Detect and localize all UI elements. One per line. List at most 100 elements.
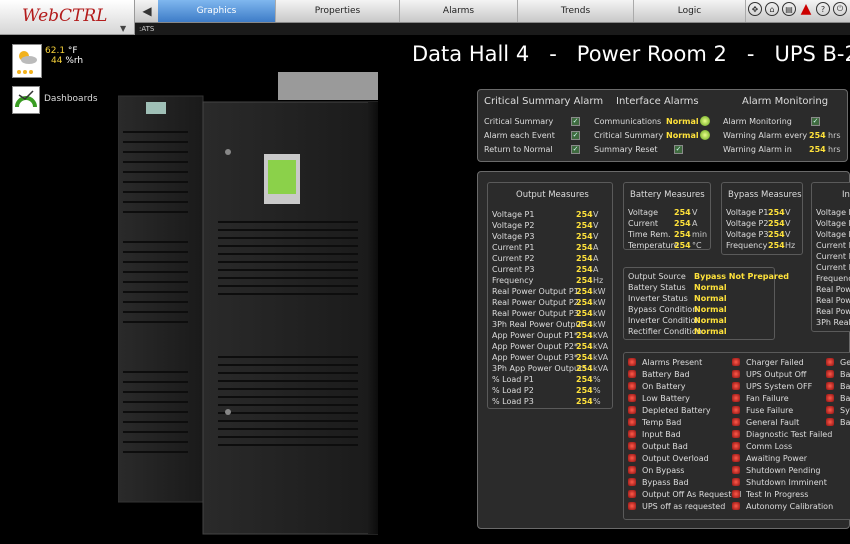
alarm-each-event-checkbox[interactable]: ✓	[571, 131, 580, 140]
alarm-summary-panel: Critical Summary Alarm Critical Summary …	[477, 89, 848, 162]
output-measure-value: 254	[576, 342, 593, 351]
alarm-indicator	[628, 358, 636, 366]
alarm-label: General Fault	[746, 418, 800, 427]
home-icon[interactable]: ⌂	[765, 2, 779, 16]
bypass-measure-label: Voltage P1	[726, 208, 769, 217]
alarm-indicator	[628, 406, 636, 414]
tab-alarms[interactable]: Alarms	[400, 0, 518, 22]
alarm-monitoring-checkbox[interactable]: ✓	[811, 117, 820, 126]
humidity-value: 44	[51, 56, 63, 66]
input-measure-label: Frequenc	[816, 274, 850, 283]
output-measure-unit: kW	[593, 309, 606, 318]
output-measure-label: Real Power Output P2	[492, 298, 579, 307]
back-arrow-icon[interactable]: ◀	[137, 0, 157, 22]
alarm-label: Awaiting Power	[746, 454, 808, 463]
warning-alarm-every-value[interactable]: 254	[809, 131, 826, 140]
alarm-indicator	[732, 394, 740, 402]
output-measure-unit: V	[593, 210, 599, 219]
output-measure-label: % Load P1	[492, 375, 534, 384]
output-measure-value: 254	[576, 287, 593, 296]
tab-logic[interactable]: Logic	[634, 0, 746, 22]
logo-text: WebCTRL	[22, 6, 108, 26]
location-path: :ATS	[135, 23, 850, 35]
alarm-label: UPS off as requested	[642, 502, 726, 511]
dashboards-icon[interactable]	[12, 86, 40, 114]
alarm-label: Output Overload	[642, 454, 709, 463]
bypass-measure-unit: V	[785, 219, 791, 228]
alarm-monitoring-label: Alarm Monitoring	[723, 117, 792, 126]
tab-trends[interactable]: Trends	[518, 0, 634, 22]
alarm-monitoring-heading: Alarm Monitoring	[742, 96, 829, 107]
summary-reset-checkbox[interactable]: ✓	[674, 145, 683, 154]
alarm-indicator	[826, 370, 834, 378]
alarm-label: Battery Bad	[642, 370, 690, 379]
ups-cabinet-illustration	[118, 72, 378, 535]
bypass-measure-unit: V	[785, 208, 791, 217]
output-measure-unit: A	[593, 243, 599, 252]
output-measure-label: Real Power Output P3	[492, 309, 579, 318]
critical-summary-checkbox[interactable]: ✓	[571, 117, 580, 126]
battery-measure-value: 254	[674, 219, 691, 228]
output-measure-value: 254	[576, 276, 593, 285]
alarm-indicator	[628, 442, 636, 450]
input-measure-label: Real Pow	[816, 285, 850, 294]
interface-alarms-heading: Interface Alarms	[616, 96, 699, 107]
alarm-label: UPS Output Off	[746, 370, 807, 379]
status-value: Normal	[694, 283, 727, 292]
output-measure-unit: V	[593, 221, 599, 230]
alarm-indicator	[628, 430, 636, 438]
alarm-label: Charger Failed	[746, 358, 804, 367]
output-measure-value: 254	[576, 232, 593, 241]
output-measure-value: 254	[576, 397, 593, 406]
navigate-icon[interactable]: ✥	[748, 2, 762, 16]
output-measure-value: 254	[576, 298, 593, 307]
bypass-measures-heading: Bypass Measures	[728, 190, 802, 200]
output-measure-unit: V	[593, 232, 599, 241]
status-label: Inverter Status	[628, 294, 688, 303]
output-measures-box: Output Measures Voltage P1 254 V Voltage P2…	[487, 182, 613, 409]
status-label: Inverter Condition	[628, 316, 701, 325]
dashboards-link[interactable]: Dashboards	[44, 94, 98, 104]
alarm-indicator	[732, 490, 740, 498]
alarm-label: Input Bad	[642, 430, 681, 439]
battery-measures-box: Battery Measures Voltage 254 V Current 254 A T…	[623, 182, 711, 250]
interface-critical-summary-value: Normal	[666, 131, 699, 140]
help-icon[interactable]: ?	[816, 2, 830, 16]
alarm-list-box: Alarms Present Battery Bad On Battery Low B…	[623, 352, 850, 520]
summary-reset-label: Summary Reset	[594, 145, 658, 154]
alarm-label: Temp Bad	[642, 418, 682, 427]
output-measure-value: 254	[576, 386, 593, 395]
chevron-down-icon[interactable]: ▼	[120, 24, 126, 33]
output-measure-label: Current P3	[492, 265, 535, 274]
output-measure-value: 254	[576, 320, 593, 329]
output-measure-unit: %	[593, 375, 601, 384]
ups-status-box: Output Source Bypass Not Prepared Battery …	[623, 267, 789, 340]
warning-icon[interactable]: ▲	[799, 1, 813, 17]
alarm-each-event-label: Alarm each Event	[484, 131, 555, 140]
alarm-label: Ba	[840, 382, 850, 391]
input-measure-label: Voltage P	[816, 230, 850, 239]
status-label: Rectifier Condition	[628, 327, 702, 336]
weather-icon[interactable]	[12, 44, 42, 78]
output-measure-value: 254	[576, 353, 593, 362]
communications-label: Communications	[594, 117, 662, 126]
input-measure-label: Real Pow	[816, 307, 850, 316]
alarm-label: Ba	[840, 418, 850, 427]
bypass-measures-box: Bypass Measures Voltage P1 254 V Voltage P2…	[721, 182, 803, 255]
input-measures-heading: Inp	[842, 190, 850, 200]
critical-summary-label: Critical Summary	[484, 117, 554, 126]
power-icon[interactable]: ⏻	[833, 2, 847, 16]
alarm-indicator	[628, 502, 636, 510]
output-measure-label: App Power Ouput P1*	[492, 331, 579, 340]
status-value: Normal	[694, 305, 727, 314]
battery-measure-value: 254	[674, 230, 691, 239]
print-icon[interactable]: ▤	[782, 2, 796, 16]
return-to-normal-checkbox[interactable]: ✓	[571, 145, 580, 154]
webctrl-logo[interactable]: WebCTRL ▼	[0, 0, 135, 35]
tab-graphics[interactable]: Graphics	[158, 0, 276, 22]
tab-properties[interactable]: Properties	[276, 0, 400, 22]
alarm-label: Sy	[840, 406, 850, 415]
input-measure-label: Current P	[816, 263, 850, 272]
output-measure-label: Current P1	[492, 243, 535, 252]
alarm-label: Bypass Bad	[642, 478, 689, 487]
